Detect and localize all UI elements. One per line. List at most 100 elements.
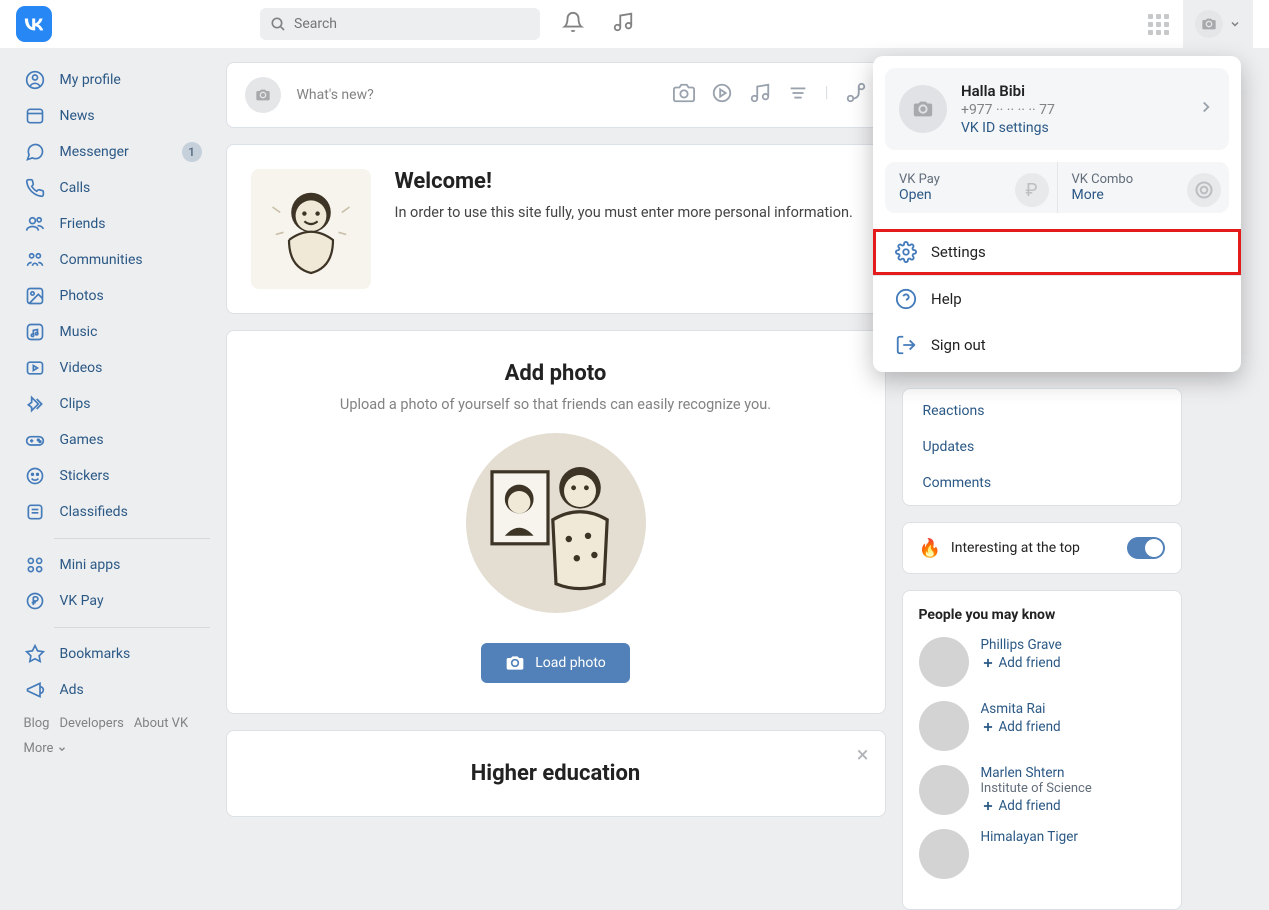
music-icon[interactable] [606,11,640,37]
camera-icon [255,87,271,103]
vk-logo[interactable] [16,6,52,42]
welcome-card: Welcome! In order to use this site fully… [226,144,886,314]
sidebar-item-profile[interactable]: My profile [16,62,210,98]
search-icon [270,16,286,32]
footer-blog[interactable]: Blog [24,716,50,731]
profile-icon [24,69,46,91]
main-column: What's new? | Welcome! In order to use t… [226,62,886,910]
communities-icon [24,249,46,271]
pymk-card: People you may know Phillips Grave Add f… [902,590,1182,910]
person-name[interactable]: Marlen Shtern [981,765,1092,781]
add-friend-button[interactable]: Add friend [981,798,1092,814]
profile-dropdown: Halla Bibi +977 ·· ·· ·· ·· 77 VK ID set… [873,56,1241,372]
avatar[interactable] [919,829,969,879]
stickers-icon [24,465,46,487]
higher-education-card: × Higher education [226,730,886,817]
attach-article-icon[interactable] [787,82,809,108]
sidebar-item-calls[interactable]: Calls [16,170,210,206]
person-name[interactable]: Asmita Rai [981,701,1061,717]
sidebar-item-classifieds[interactable]: Classifieds [16,494,210,530]
sidebar-item-friends[interactable]: Friends [16,206,210,242]
avatar[interactable] [919,765,969,815]
footer-devs[interactable]: Developers [59,716,123,731]
avatar-small [1195,10,1223,38]
addphoto-card: Add photo Upload a photo of yourself so … [226,330,886,714]
attach-music-icon[interactable] [749,82,771,108]
sidebar-item-music[interactable]: Music [16,314,210,350]
pymk-person: Asmita Rai Add friend [919,701,1165,751]
person-name[interactable]: Phillips Grave [981,637,1062,653]
sidebar-footer: Blog Developers About VK More [16,708,210,764]
sidebar-item-miniapps[interactable]: Mini apps [16,547,210,583]
dropdown-signout[interactable]: Sign out [873,322,1241,368]
search-input[interactable] [294,16,530,32]
notifications-icon[interactable] [556,11,590,37]
sidebar-item-games[interactable]: Games [16,422,210,458]
photos-icon [24,285,46,307]
dropdown-vkid-link[interactable]: VK ID settings [961,120,1183,136]
apps-grid-icon[interactable] [1148,14,1169,35]
combo-icon [1187,173,1221,207]
avatar[interactable] [919,701,969,751]
dropdown-vkcombo[interactable]: VK Combo More [1057,162,1230,213]
filter-comments[interactable]: Comments [903,465,1181,501]
filter-reactions[interactable]: Reactions [903,393,1181,429]
sidebar-item-messenger[interactable]: Messenger1 [16,134,210,170]
dropdown-profile-card[interactable]: Halla Bibi +977 ·· ·· ·· ·· 77 VK ID set… [885,68,1229,150]
calls-icon [24,177,46,199]
dropdown-username: Halla Bibi [961,82,1183,100]
header [0,0,1269,48]
gear-icon [895,241,917,263]
footer-more[interactable]: More [24,741,67,756]
sidebar-item-photos[interactable]: Photos [16,278,210,314]
sidebar-item-communities[interactable]: Communities [16,242,210,278]
higher-title: Higher education [257,761,855,786]
sidebar: My profile News Messenger1 Calls Friends… [10,62,210,910]
dropdown-phone: +977 ·· ·· ·· ·· 77 [961,102,1183,118]
person-name[interactable]: Himalayan Tiger [981,829,1078,845]
avatar[interactable] [919,637,969,687]
pymk-title: People you may know [919,607,1165,623]
footer-about[interactable]: About VK [134,716,188,731]
add-friend-button[interactable]: Add friend [981,719,1061,735]
attach-video-icon[interactable] [711,82,733,108]
camera-icon [1201,16,1217,32]
news-icon [24,105,46,127]
search-box[interactable] [260,8,540,40]
pymk-person: Himalayan Tiger [919,829,1165,879]
sidebar-item-videos[interactable]: Videos [16,350,210,386]
post-composer[interactable]: What's new? | [226,62,886,128]
sidebar-item-bookmarks[interactable]: Bookmarks [16,636,210,672]
profile-menu-trigger[interactable] [1183,0,1253,48]
chevron-down-icon [1229,18,1241,30]
dropdown-help[interactable]: Help [873,276,1241,322]
sidebar-item-clips[interactable]: Clips [16,386,210,422]
messenger-badge: 1 [182,142,202,162]
attach-more-icon[interactable] [845,82,867,108]
dropdown-settings[interactable]: Settings [873,229,1241,275]
sidebar-item-vkpay[interactable]: VK Pay [16,583,210,619]
vkpay-icon [24,590,46,612]
music-side-icon [24,321,46,343]
clips-icon [24,393,46,415]
messenger-icon [24,141,46,163]
pymk-person: Marlen Shtern Institute of Science Add f… [919,765,1165,815]
sidebar-item-news[interactable]: News [16,98,210,134]
close-icon[interactable]: × [857,743,869,768]
ads-icon [24,679,46,701]
sidebar-item-ads[interactable]: Ads [16,672,210,708]
welcome-title: Welcome! [395,169,853,194]
camera-icon [505,653,525,673]
filter-updates[interactable]: Updates [903,429,1181,465]
attach-photo-icon[interactable] [673,82,695,108]
load-photo-button[interactable]: Load photo [481,643,630,683]
classifieds-icon [24,501,46,523]
add-friend-button[interactable]: Add friend [981,655,1062,671]
pymk-person: Phillips Grave Add friend [919,637,1165,687]
interesting-toggle[interactable] [1127,537,1165,559]
help-icon [895,288,917,310]
addphoto-text: Upload a photo of yourself so that frien… [257,396,855,413]
sidebar-item-stickers[interactable]: Stickers [16,458,210,494]
composer-avatar [245,77,281,113]
dropdown-vkpay[interactable]: VK Pay Open ₽ [885,162,1057,213]
